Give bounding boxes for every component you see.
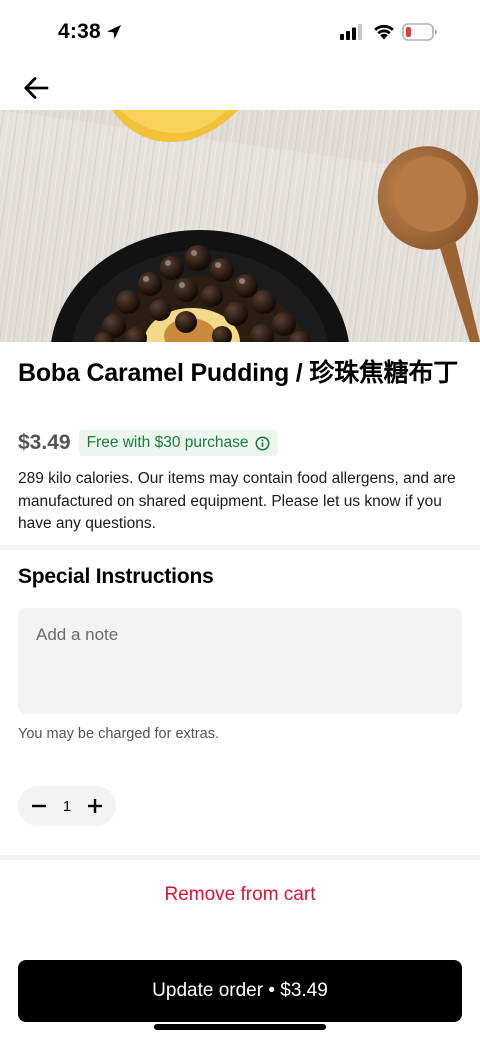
price-row: $3.49 Free with $30 purchase <box>18 428 278 458</box>
plus-icon <box>88 799 102 813</box>
status-time: 4:38 <box>58 20 101 43</box>
item-title: Boba Caramel Pudding / 珍珠焦糖布丁 <box>18 359 459 387</box>
increment-button[interactable] <box>84 795 106 817</box>
promo-text: Free with $30 purchase <box>86 434 249 451</box>
update-order-button[interactable]: Update order • $3.49 <box>18 960 462 1022</box>
location-arrow-icon <box>105 23 123 46</box>
update-order-label: Update order • $3.49 <box>152 980 328 1001</box>
section-divider <box>0 855 480 860</box>
item-description: 289 kilo calories. Our items may contain… <box>18 470 456 532</box>
info-icon <box>255 436 270 451</box>
minus-icon <box>32 804 46 808</box>
special-instructions-title: Special Instructions <box>18 565 214 588</box>
wifi-icon <box>372 22 396 45</box>
back-button[interactable] <box>18 70 54 106</box>
status-bar: 4:38 <box>0 0 480 64</box>
arrow-left-icon <box>24 77 49 99</box>
item-photo <box>0 110 480 342</box>
note-input[interactable] <box>18 608 462 714</box>
item-price: $3.49 <box>18 431 71 454</box>
home-indicator <box>154 1024 326 1030</box>
quantity-value: 1 <box>62 797 72 815</box>
charge-note: You may be charged for extras. <box>18 726 219 742</box>
section-divider <box>0 545 480 550</box>
cellular-signal-icon <box>340 24 364 45</box>
decrement-button[interactable] <box>28 795 50 817</box>
quantity-stepper: 1 <box>18 786 116 826</box>
remove-from-cart-button[interactable]: Remove from cart <box>0 884 480 906</box>
promo-badge[interactable]: Free with $30 purchase <box>78 430 278 456</box>
battery-low-icon <box>402 23 438 46</box>
